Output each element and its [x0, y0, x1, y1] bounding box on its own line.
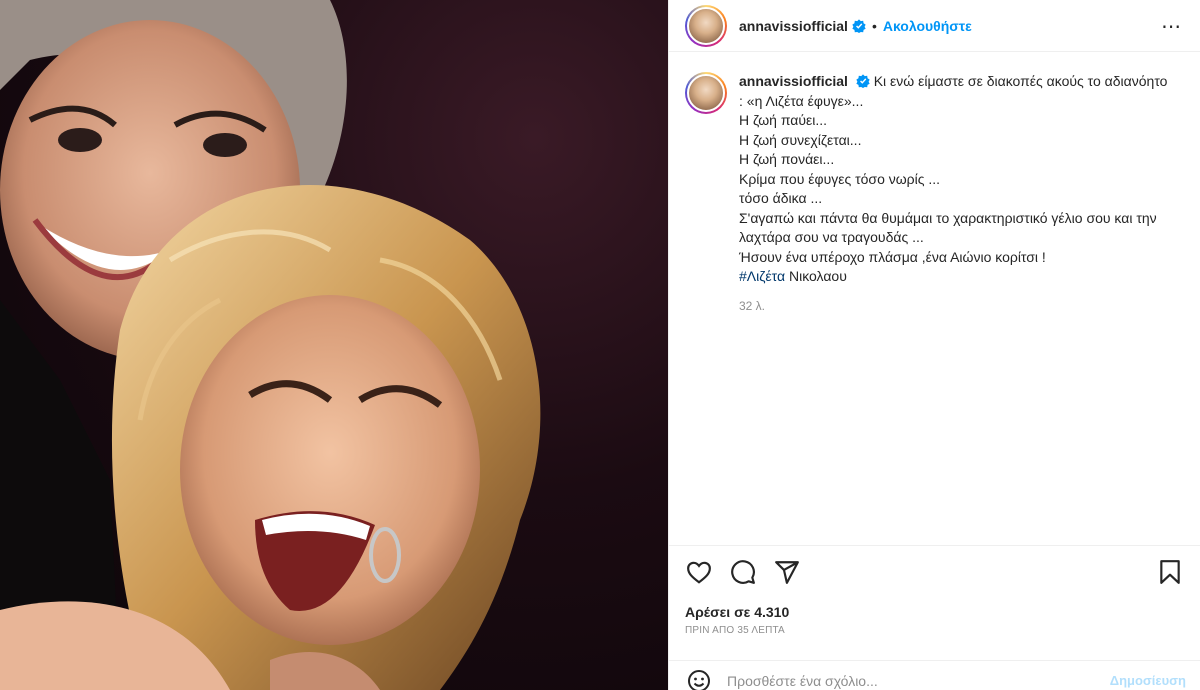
more-options-icon[interactable]: ⋯ [1161, 14, 1182, 39]
comment-icon[interactable] [729, 558, 757, 586]
hashtag-suffix: Νικολαου [785, 268, 847, 284]
comment-input[interactable] [727, 672, 1087, 689]
comment-bar: Δημοσίευση [669, 660, 1200, 690]
action-bar [685, 556, 1184, 588]
header-separator: • [871, 17, 877, 34]
share-icon[interactable] [773, 558, 801, 586]
post-photo[interactable] [0, 0, 668, 690]
caption-line-6: τόσο άδικα ... [739, 190, 823, 206]
post-caption: annavissiofficial Κι ενώ είμαστε σε διακ… [685, 72, 1185, 316]
caption-hashtag-line: #Λιζέτα Νικολαου [739, 267, 1169, 287]
caption-line-8: Ήσουν ένα υπέροχο πλάσμα ,ένα Αιώνιο κορ… [739, 248, 1046, 265]
emoji-icon[interactable] [685, 667, 713, 690]
caption-line-2: Η ζωή παύει... [739, 112, 828, 128]
actions-divider [669, 545, 1200, 546]
caption-body: annavissiofficial Κι ενώ είμαστε σε διακ… [739, 72, 1169, 316]
author-username[interactable]: annavissiofficial [739, 18, 848, 34]
post-modal: annavissiofficial • Ακολουθήστε ⋯ annavi… [0, 0, 1200, 690]
caption-avatar[interactable] [685, 72, 727, 114]
caption-line-4: Η ζωή πονάει... [739, 151, 835, 167]
hashtag-link[interactable]: #Λιζέτα [739, 268, 785, 284]
heart-icon[interactable] [685, 558, 713, 586]
verified-badge-icon [852, 18, 866, 33]
caption-age: 32 λ. [739, 298, 766, 313]
post-comment-button[interactable]: Δημοσίευση [1110, 673, 1186, 688]
photo-illustration [0, 0, 541, 690]
caption-avatar-image [687, 74, 725, 112]
caption-verified-badge-icon [856, 74, 870, 88]
posted-time[interactable]: ΠΡΙΝ ΑΠΟ 35 ΛΕΠΤΑ [685, 625, 785, 636]
post-header: annavissiofficial • Ακολουθήστε ⋯ [669, 0, 1200, 52]
follow-button[interactable]: Ακολουθήστε [883, 18, 972, 34]
author-avatar[interactable] [685, 4, 727, 47]
caption-username[interactable]: annavissiofficial [739, 73, 848, 89]
likes-count[interactable]: Αρέσει σε 4.310 [685, 604, 789, 620]
caption-line-5: Κρίμα που έφυγες τόσο νωρίς ... [739, 170, 941, 187]
caption-line-7: Σ'αγαπώ και πάντα θα θυμάμαι το χαρακτηρ… [739, 209, 1157, 246]
avatar-image [687, 6, 725, 45]
caption-line-3: Η ζωή συνεχίζεται... [739, 131, 862, 148]
bookmark-icon[interactable] [1156, 558, 1184, 586]
post-details-panel: annavissiofficial • Ακολουθήστε ⋯ annavi… [668, 0, 1200, 690]
